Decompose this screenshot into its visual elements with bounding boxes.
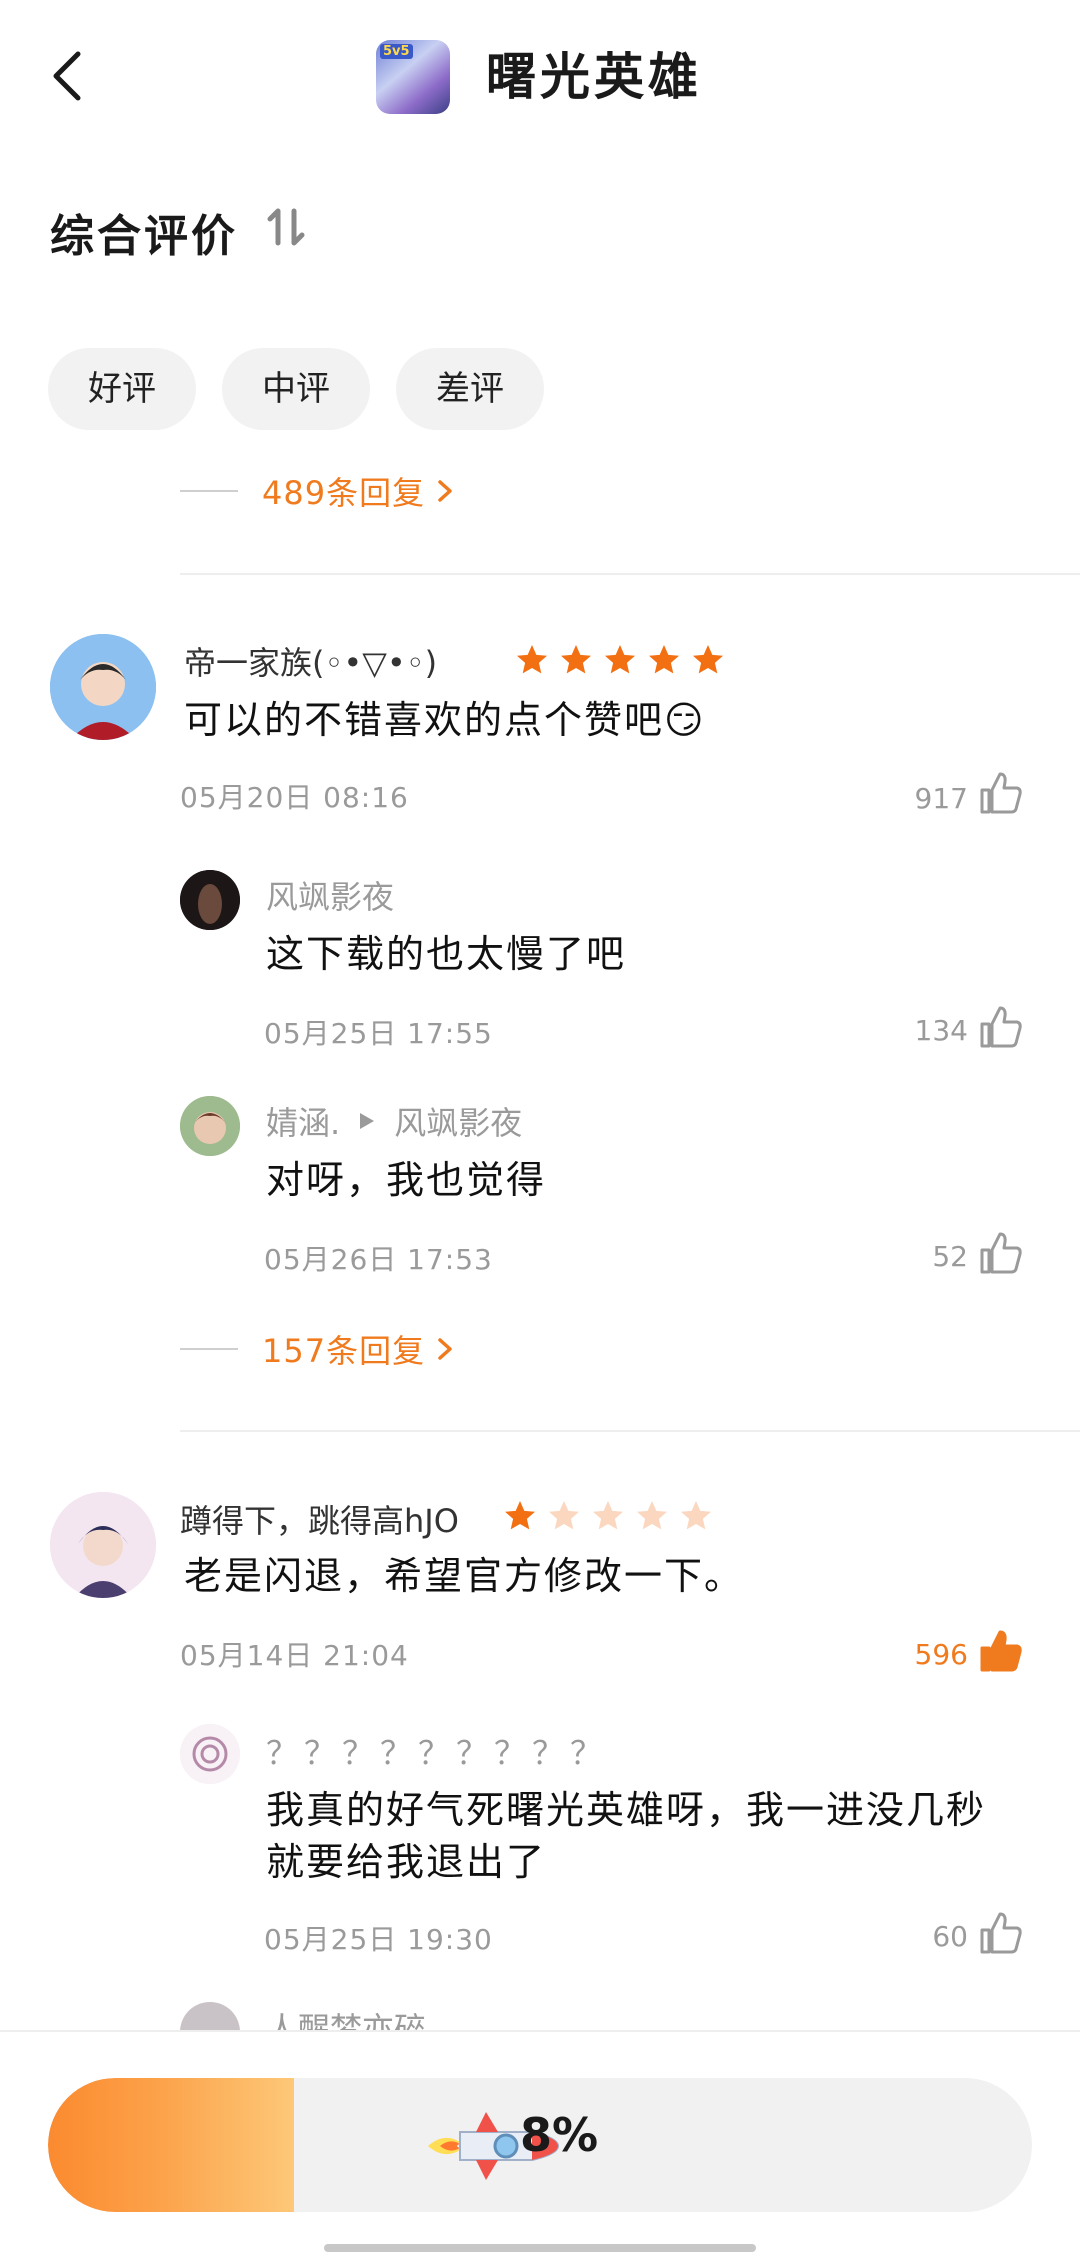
reply-time: 05月25日 17:55 [264,1017,493,1050]
app-icon-badge: 5v5 [380,44,413,59]
reply-author[interactable]: 风飒影夜 [266,872,394,918]
reply-text: 我真的好气死曙光英雄呀，我一进没几秒 [266,1788,987,1832]
progress-text: 8% [520,2108,599,2162]
like-button[interactable] [978,1910,1024,1956]
reply-author[interactable]: ？？？？？？？？？ [266,1728,608,1774]
sort-icon[interactable] [264,205,308,249]
avatar[interactable] [180,1724,240,1784]
filter-chip-neutral[interactable]: 中评 [222,348,370,430]
page-title: 曙光英雄 [486,48,702,106]
avatar[interactable] [50,634,156,740]
like-button[interactable] [978,1004,1024,1050]
replies-line [180,490,238,492]
avatar[interactable] [50,1492,156,1598]
thumbs-up-icon [980,1006,1022,1048]
more-replies-label: 489条回复 [262,474,426,512]
reply-text: 对呀，我也觉得 [266,1158,547,1202]
sort-arrows-icon [267,208,305,246]
reply-author[interactable]: 婧涵. [266,1098,340,1144]
avatar[interactable] [180,870,240,930]
review-time: 05月14日 21:04 [180,1639,409,1672]
star-rating [514,642,726,678]
reply-text: 就要给我退出了 [266,1840,547,1884]
thumbs-up-icon [980,772,1022,814]
star-empty-icon [549,1501,579,1530]
avatar-image [180,1096,240,1156]
thumbs-up-filled-icon [980,1630,1022,1672]
filter-chip-bad[interactable]: 差评 [396,348,544,430]
star-empty-icon [593,1501,623,1530]
star-empty-icon [681,1501,711,1530]
review-author[interactable]: 帝一家族(◦•▽•◦) [184,638,437,684]
like-button[interactable] [978,1628,1024,1674]
like-count: 134 [914,1014,968,1047]
chevron-right-icon [438,480,452,502]
like-count: 60 [932,1920,968,1953]
review-text: 老是闪退，希望官方修改一下。 [184,1554,745,1598]
more-replies-link[interactable]: 489条回复 [262,468,455,514]
reply-time: 05月26日 17:53 [264,1243,493,1276]
star-icon [649,645,679,674]
star-icon [605,645,635,674]
avatar-image [180,1724,240,1784]
like-button[interactable] [978,770,1024,816]
star-rating [502,1498,714,1534]
back-button[interactable] [40,40,100,110]
review-text: 可以的不错喜欢的点个赞吧😏 [184,698,706,742]
replies-line [180,1348,238,1350]
back-arrow-icon [53,51,81,101]
progress-fill [48,2078,294,2212]
divider [180,1430,1080,1432]
more-replies-link[interactable]: 157条回复 [262,1326,455,1372]
home-indicator[interactable] [324,2244,756,2252]
star-empty-icon [637,1501,667,1530]
avatar-image [50,634,156,740]
review-author[interactable]: 蹲得下，跳得高hJO [180,1496,459,1542]
review-time: 05月20日 08:16 [180,781,409,814]
divider [180,573,1080,575]
app-icon: 5v5 [376,40,450,114]
avatar-image [180,870,240,930]
reply-time: 05月25日 19:30 [264,1923,493,1956]
star-icon [561,645,591,674]
reply-header: 婧涵. 风飒影夜 [266,1098,522,1144]
reply-text: 这下载的也太慢了吧 [266,932,627,976]
like-button[interactable] [978,1230,1024,1276]
thumbs-up-icon [980,1232,1022,1274]
avatar-image [50,1492,156,1598]
like-count: 596 [914,1638,968,1671]
like-count: 917 [914,782,968,815]
like-count: 52 [932,1240,968,1273]
chevron-right-icon [438,1338,452,1360]
star-icon [693,645,723,674]
avatar[interactable] [180,1096,240,1156]
star-icon [517,645,547,674]
reply-to-arrow-icon [360,1113,375,1129]
reply-to-author[interactable]: 风飒影夜 [394,1098,522,1144]
more-replies-label: 157条回复 [262,1332,426,1370]
thumbs-up-icon [980,1912,1022,1954]
section-title: 综合评价 [50,211,238,262]
filter-chip-good[interactable]: 好评 [48,348,196,430]
star-icon [505,1501,535,1530]
